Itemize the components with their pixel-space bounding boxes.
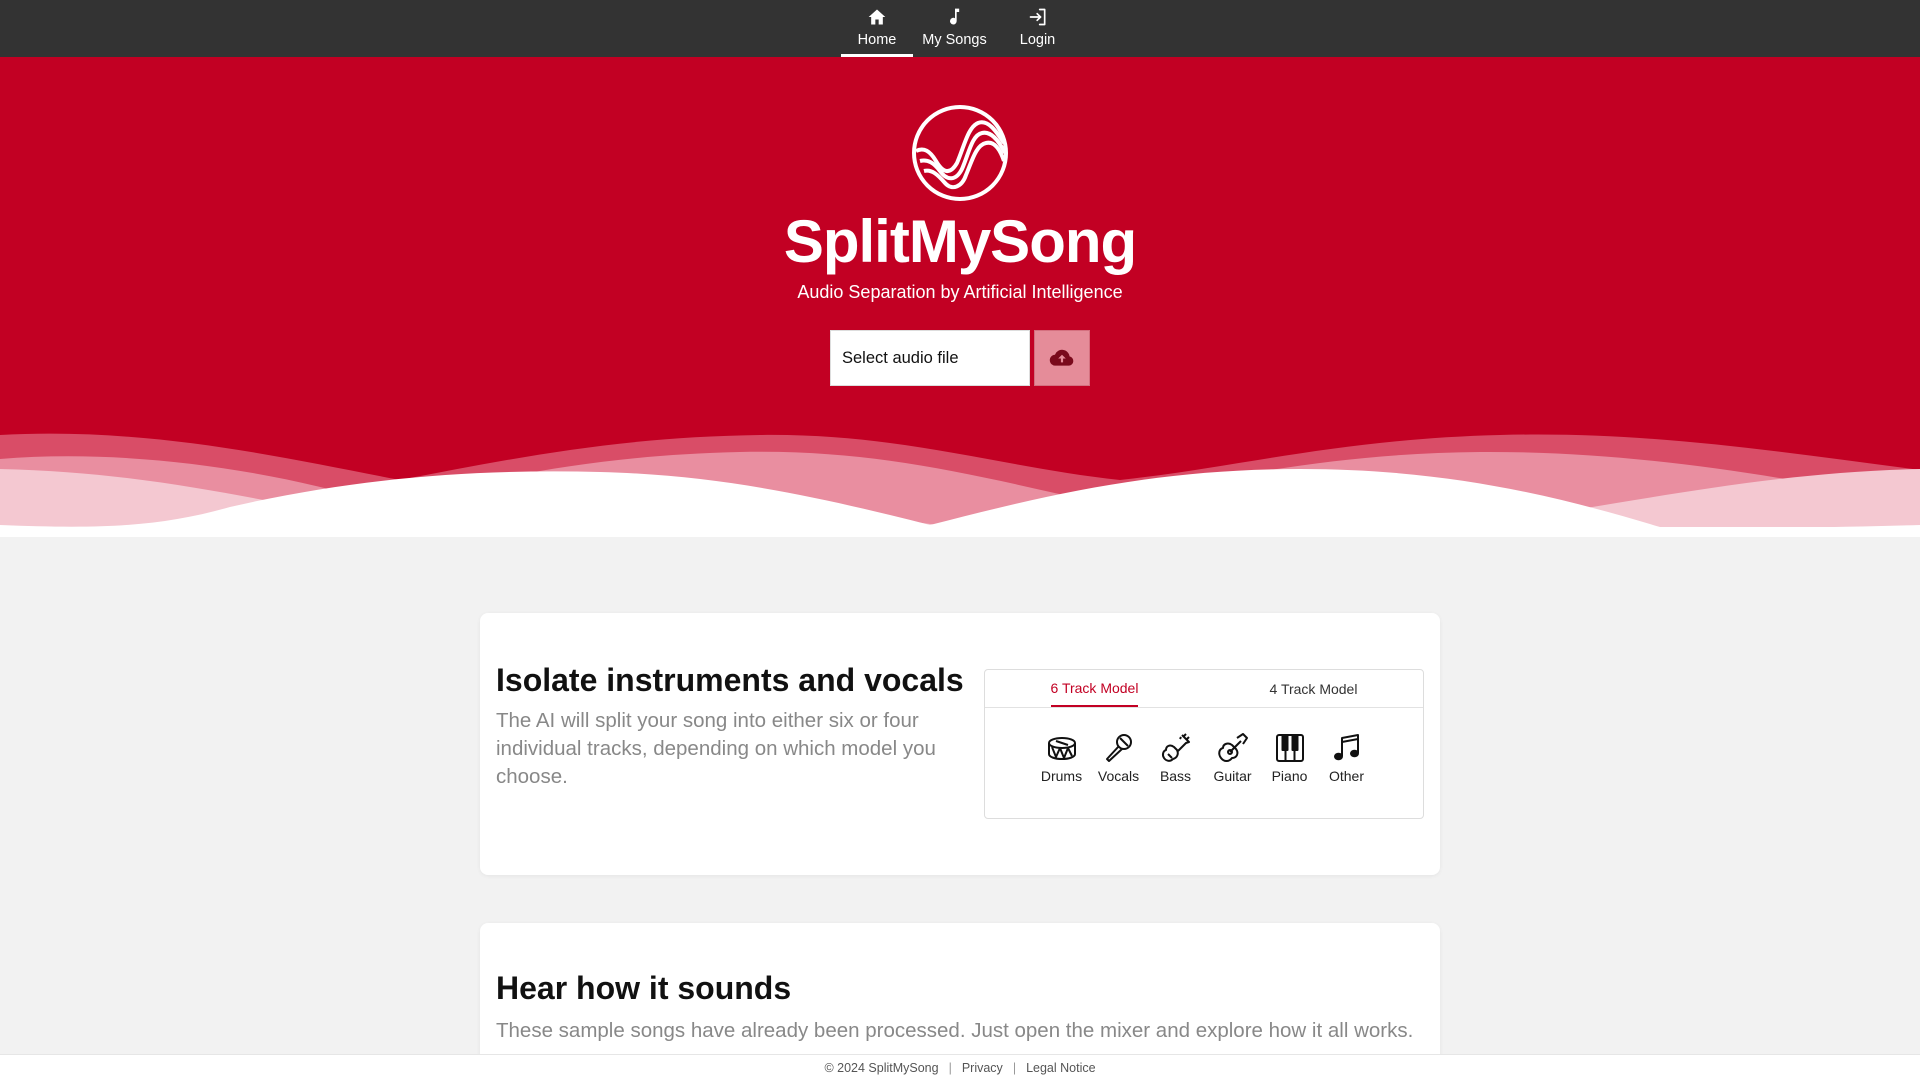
guitar-icon	[1217, 733, 1248, 762]
piano-icon	[1275, 734, 1304, 762]
instrument-vocals-label: Vocals	[1097, 768, 1140, 784]
tab-6-track-model[interactable]: 6 Track Model	[985, 670, 1204, 707]
instrument-other: Other	[1318, 732, 1375, 784]
model-tabs: 6 Track Model 4 Track Model	[985, 670, 1423, 708]
microphone-icon	[1105, 734, 1132, 762]
cloud-upload-icon	[1049, 349, 1074, 366]
samples-text-column: Hear how it sounds These sample songs ha…	[496, 969, 1426, 1045]
samples-heading: Hear how it sounds	[496, 970, 792, 1006]
instrument-bass-label: Bass	[1159, 768, 1192, 784]
nav-home[interactable]: Home	[841, 0, 913, 57]
isolate-instruments-card: Isolate instruments and vocals The AI wi…	[480, 613, 1440, 875]
nav-my-songs-label: My Songs	[922, 32, 987, 48]
home-icon	[868, 9, 886, 25]
nav-login-label: Login	[1019, 32, 1056, 48]
instrument-guitar: Guitar	[1204, 732, 1261, 784]
bass-icon	[1161, 733, 1190, 762]
drum-icon	[1047, 737, 1076, 760]
instrument-other-label: Other	[1328, 768, 1364, 784]
instrument-guitar-label: Guitar	[1213, 768, 1252, 784]
upload-row: Select audio file	[830, 330, 1090, 386]
tab-4-track-label: 4 Track Model	[1269, 680, 1358, 697]
instrument-vocals: Vocals	[1090, 732, 1147, 784]
footer-copyright: © 2024 SplitMySong	[824, 1060, 939, 1075]
brand-title: SplitMySong	[783, 208, 1137, 275]
footer: © 2024 SplitMySong | Privacy | Legal Not…	[0, 1054, 1920, 1080]
instrument-piano-label: Piano	[1271, 768, 1308, 784]
isolate-text-column: Isolate instruments and vocals The AI wi…	[496, 661, 966, 791]
instrument-list: Drums Vocals Bass Guitar Piano Other	[985, 708, 1423, 784]
footer-privacy-link[interactable]: Privacy	[962, 1061, 1003, 1075]
nav-login[interactable]: Login	[996, 0, 1079, 57]
instrument-drums-label: Drums	[1040, 768, 1083, 784]
isolate-description: The AI will split your song into either …	[496, 709, 936, 788]
top-navigation: Home My Songs Login	[0, 0, 1920, 57]
nav-my-songs[interactable]: My Songs	[913, 0, 996, 57]
hero-section: SplitMySong Audio Separation by Artifici…	[0, 57, 1920, 537]
model-selector: 6 Track Model 4 Track Model Drums Vocals…	[984, 669, 1424, 819]
nav-home-label: Home	[857, 32, 897, 48]
footer-separator: |	[948, 1060, 952, 1075]
login-icon	[1029, 8, 1045, 26]
footer-separator: |	[1012, 1060, 1017, 1075]
brand-subtitle: Audio Separation by Artificial Intellige…	[797, 282, 1123, 302]
select-audio-file-input[interactable]: Select audio file	[830, 330, 1030, 386]
samples-description: These sample songs have already been pro…	[496, 1019, 1414, 1042]
music-notes-icon	[1333, 734, 1359, 761]
upload-button[interactable]	[1034, 330, 1090, 386]
music-note-icon	[949, 8, 959, 25]
tab-6-track-label: 6 Track Model	[1050, 679, 1139, 707]
isolate-heading: Isolate instruments and vocals	[496, 662, 964, 698]
instrument-bass: Bass	[1147, 732, 1204, 784]
instrument-piano: Piano	[1261, 732, 1318, 784]
app-logo	[912, 105, 1008, 201]
instrument-drums: Drums	[1033, 732, 1090, 784]
tab-4-track-model[interactable]: 4 Track Model	[1204, 670, 1423, 707]
footer-legal-link[interactable]: Legal Notice	[1026, 1061, 1096, 1075]
